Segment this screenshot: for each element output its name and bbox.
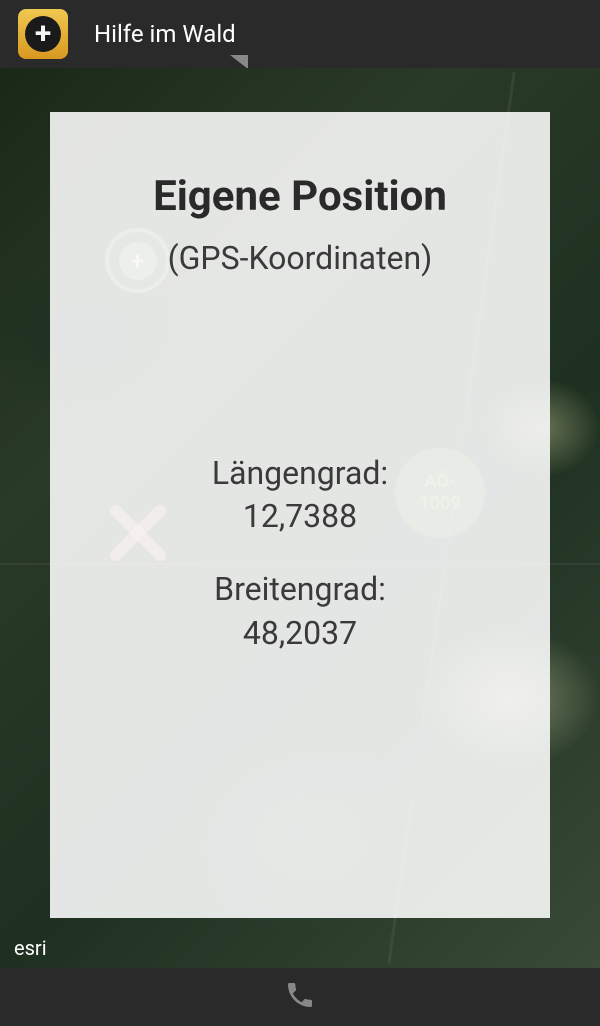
call-button[interactable]	[284, 979, 316, 1015]
latitude-row: Breitengrad: 48,2037	[80, 568, 520, 654]
app-header: + Hilfe im Wald	[0, 0, 600, 68]
app-icon-circle: +	[25, 16, 61, 52]
map-view[interactable]: + AÖ- 1009 Eigene Position (GPS-Koordina…	[0, 68, 600, 968]
phone-icon	[284, 979, 316, 1011]
bottom-toolbar	[0, 968, 600, 1026]
panel-title: Eigene Position	[80, 172, 520, 221]
longitude-row: Längengrad: 12,7388	[80, 452, 520, 538]
app-icon[interactable]: +	[18, 9, 68, 59]
latitude-value: 48,2037	[243, 614, 357, 652]
map-attribution: esri	[14, 936, 47, 960]
panel-subtitle: (GPS-Koordinaten)	[80, 239, 520, 277]
position-info-panel: Eigene Position (GPS-Koordinaten) Längen…	[50, 112, 550, 918]
app-title[interactable]: Hilfe im Wald	[94, 20, 236, 48]
longitude-value: 12,7388	[243, 497, 357, 535]
longitude-label: Längengrad:	[212, 454, 388, 492]
latitude-label: Breitengrad:	[214, 570, 386, 608]
coordinates-block: Längengrad: 12,7388 Breitengrad: 48,2037	[80, 452, 520, 655]
plus-icon: +	[35, 19, 51, 49]
